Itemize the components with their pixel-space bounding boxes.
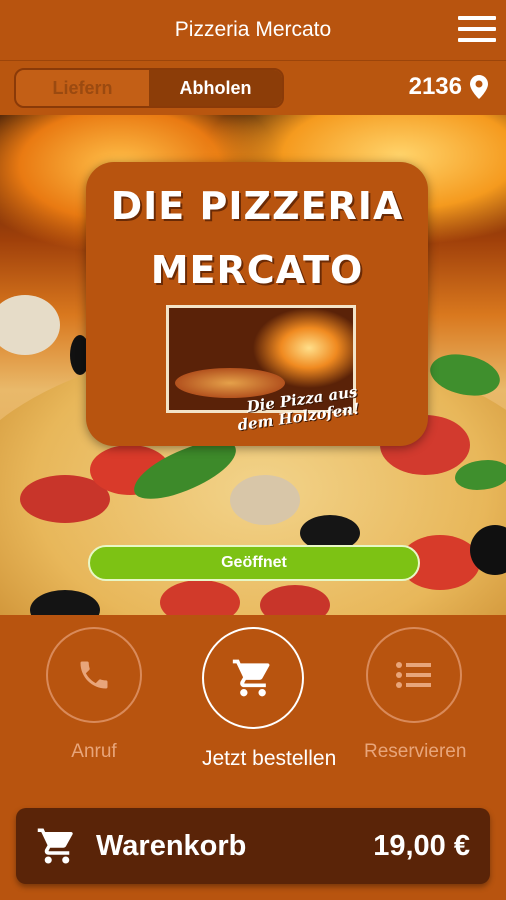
shopping-cart-icon [37,828,73,864]
cart-total: 19,00 € [373,829,470,862]
shopping-cart-icon [232,659,270,697]
call-button-label: Anruf [71,741,117,762]
cart-bar[interactable]: Warenkorb 19,00 € [16,808,490,884]
call-button[interactable]: Anruf [44,627,144,763]
call-button-circle[interactable] [46,627,142,723]
mushroom-topping [230,475,300,525]
garlic-topping [0,295,60,355]
reserve-button-circle[interactable] [366,627,462,723]
hamburger-menu-icon[interactable] [458,13,496,45]
postal-code: 2136 [408,73,462,100]
order-mode-bar: Liefern Abholen 2136 [0,60,506,115]
oven-pizza-image [175,368,285,398]
order-now-button-circle[interactable] [202,627,304,729]
toggle-option-abholen[interactable]: Abholen [149,70,282,106]
toggle-option-liefern[interactable]: Liefern [16,70,149,106]
order-now-button[interactable]: Jetzt bestellen [202,627,337,771]
phone-icon [80,661,108,689]
logo-text-line2: MERCATO [150,248,364,292]
location-pin-icon [470,75,488,99]
app-header: Pizzeria Mercato [0,0,506,60]
list-icon [396,662,431,688]
quick-actions: Anruf Jetzt bestellen Reservieren [0,615,506,805]
cart-label: Warenkorb [96,829,247,862]
order-now-button-label: Jetzt bestellen [202,747,337,770]
app-title: Pizzeria Mercato [174,18,332,41]
delivery-mode-toggle[interactable]: Liefern Abholen [14,68,284,108]
open-status-badge: Geöffnet [88,545,420,581]
logo-text-line1: DIE PIZZERIA [110,184,404,228]
restaurant-logo: DIE PIZZERIA MERCATO Die Pizza aus dem H… [86,162,428,446]
reserve-button-label: Reservieren [364,741,467,762]
reserve-button[interactable]: Reservieren [364,627,467,763]
location-selector[interactable]: 2136 [409,73,488,101]
